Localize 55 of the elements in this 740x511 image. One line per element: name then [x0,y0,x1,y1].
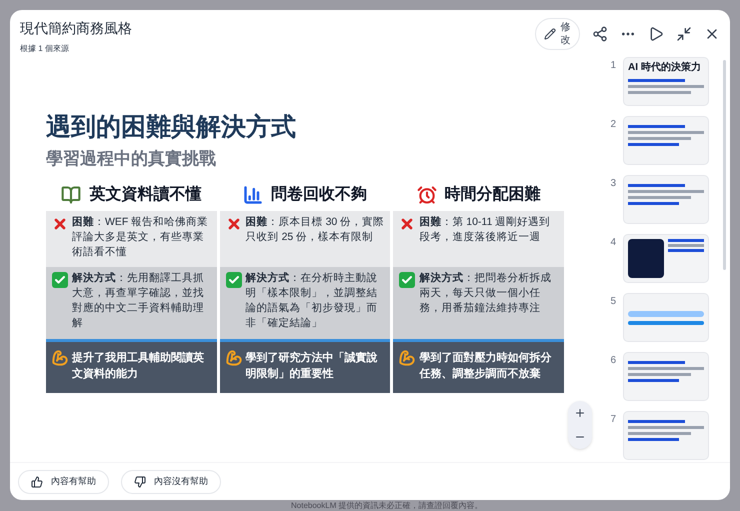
slide-number: 2 [609,118,616,132]
outcome-text: 學到了面對壓力時如何拆分任務、調整步調而不放棄 [419,350,552,382]
column-heading: 英文資料讀不懂 [89,184,202,204]
cross-icon [226,216,242,232]
slide-number: 6 [609,354,616,368]
check-icon [399,272,416,288]
difficulty-text: 困難：第 10-11 週剛好遇到段考，進度落後將近一週 [419,214,552,244]
solution-text: 解決方式：先用翻譯工具抓大意，再查單字確認，並找對應的中文二手資料輔助理解 [72,270,205,330]
slide-thumbnail[interactable] [624,117,708,164]
slide-number: 4 [609,236,616,250]
slide-thumbnail[interactable] [624,235,708,282]
difficulty-text: 困難：原本目標 30 份，實際只收到 25 份，樣本有限制 [246,214,384,244]
thumbnail-title: AI 時代的決策力 [628,62,702,73]
zoom-in-icon[interactable] [574,407,586,419]
solution-text: 解決方式：把問卷分析拆成兩天，每天只做一個小任務，用番茄鐘法維持專注 [419,270,552,316]
check-icon [52,272,68,288]
thumbs-up-icon [31,476,43,488]
bar-chart-icon [242,184,263,204]
not-helpful-button[interactable]: 內容沒有幫助 [121,470,221,494]
slide-thumbnail[interactable] [624,412,708,459]
slide-thumbnail[interactable] [624,353,708,400]
flexed-arm-icon [52,350,68,366]
solution-text: 解決方式：在分析時主動說明「樣本限制」，並調整結論的語氣為「初步發現」而非「確定結論」 [246,270,379,330]
outcome-text: 提升了我用工具輔助閱讀英文資料的能力 [72,350,205,382]
flexed-arm-icon [226,350,242,366]
slide-thumbnail[interactable]: AI 時代的決策力 [624,58,708,105]
column-heading: 時間分配困難 [444,184,541,204]
cross-icon [399,216,416,232]
share-icon[interactable] [592,26,608,42]
outcome-text: 學到了研究方法中「誠實說明限制」的重要性 [246,350,379,382]
slide-subtitle: 學習過程中的真實挑戰 [46,148,217,170]
alarm-clock-icon [416,184,437,204]
disclaimer-text: NotebookLM 提供的資訊未必正確，請查證回覆內容。 [291,500,483,511]
scrollbar[interactable] [723,60,726,270]
books-icon [61,184,82,204]
column-heading: 問卷回收不夠 [270,184,367,204]
slide-title: 遇到的困難與解決方式 [46,112,297,142]
slide-number: 1 [609,59,616,73]
slide-number: 5 [609,295,616,309]
thumbs-down-icon [134,476,146,488]
cross-icon [52,216,68,232]
helpful-button[interactable]: 內容有幫助 [18,470,109,494]
check-icon [226,272,242,288]
slide-thumbnail[interactable] [624,294,708,341]
window-title: 現代簡約商務風格 [20,19,132,38]
flexed-arm-icon [399,350,416,366]
slide-number: 3 [609,177,616,191]
pencil-icon [544,28,556,40]
slide-number: 7 [609,413,616,427]
slide-thumbnail[interactable] [624,176,708,223]
collapse-icon[interactable] [676,26,692,42]
difficulty-text: 困難：WEF 報告和哈佛商業評論大多是英文，有些專業術語看不懂 [72,214,210,260]
source-count: 根據 1 個來源 [20,43,70,55]
play-icon[interactable] [648,26,664,42]
edit-button[interactable]: 修改 [535,18,580,50]
